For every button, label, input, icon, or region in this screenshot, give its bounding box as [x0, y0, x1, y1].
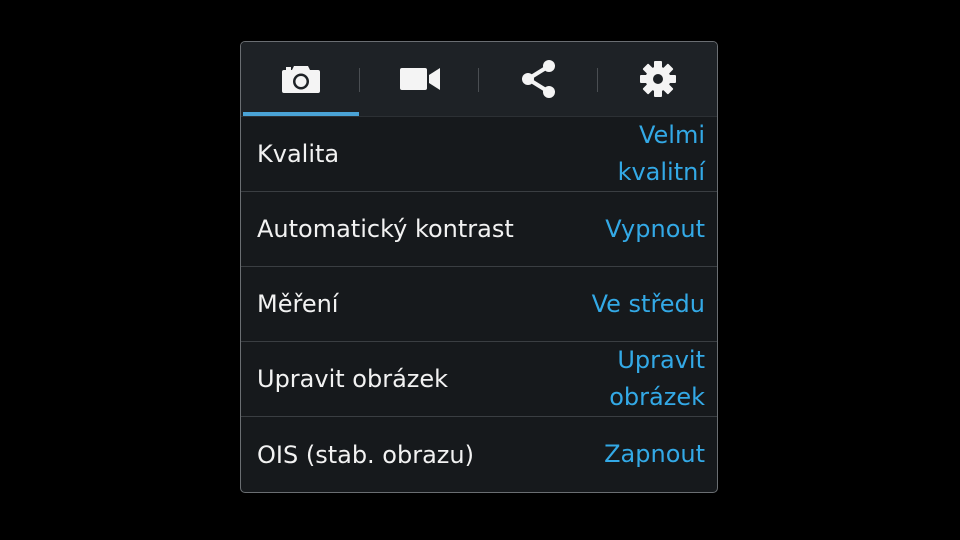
- video-camera-icon: [399, 68, 440, 90]
- setting-auto-contrast[interactable]: Automatický kontrast Vypnout: [241, 192, 717, 267]
- share-icon: [521, 60, 555, 98]
- setting-label: Měření: [257, 290, 339, 318]
- camera-icon: [281, 66, 320, 93]
- setting-value: Zapnout: [604, 440, 705, 468]
- tab-video[interactable]: [360, 42, 479, 116]
- tab-camera[interactable]: [241, 42, 360, 116]
- setting-value: Vypnout: [605, 214, 705, 243]
- setting-value: Ve středu: [591, 289, 705, 318]
- setting-quality[interactable]: Kvalita Velmi kvalitní: [241, 117, 717, 192]
- setting-value: Upravit obrázek: [609, 346, 705, 411]
- setting-ois[interactable]: OIS (stab. obrazu) Zapnout: [241, 417, 717, 492]
- setting-edit-image[interactable]: Upravit obrázek Upravit obrázek: [241, 342, 717, 417]
- setting-label: OIS (stab. obrazu): [257, 440, 474, 469]
- camera-settings-panel: Kvalita Velmi kvalitní Automatický kontr…: [240, 41, 718, 493]
- setting-label: Upravit obrázek: [257, 365, 449, 393]
- setting-value: Velmi kvalitní: [617, 121, 705, 186]
- gear-icon: [639, 61, 676, 97]
- tab-share[interactable]: [479, 42, 598, 116]
- setting-label: Kvalita: [257, 140, 340, 168]
- tab-settings[interactable]: [598, 42, 717, 116]
- setting-label: Automatický kontrast: [257, 215, 514, 243]
- settings-list: Kvalita Velmi kvalitní Automatický kontr…: [241, 117, 717, 492]
- setting-metering[interactable]: Měření Ve středu: [241, 267, 717, 342]
- settings-tab-bar: [241, 42, 717, 117]
